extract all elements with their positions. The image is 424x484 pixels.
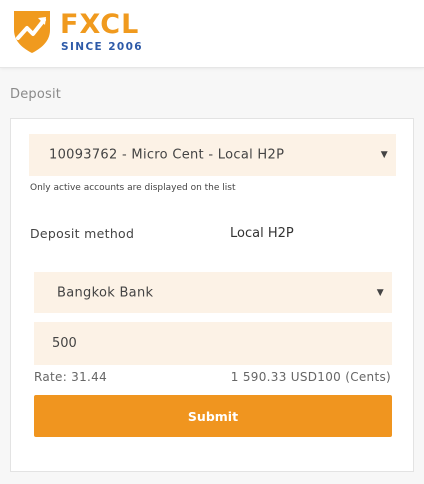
top-header: FXCL SINCE 2006 bbox=[0, 0, 424, 68]
account-note: Only active accounts are displayed on th… bbox=[30, 183, 236, 193]
caret-down-icon: ▼ bbox=[380, 150, 388, 160]
bank-select[interactable]: Bangkok Bank ▼ bbox=[34, 272, 392, 313]
converted-amount: 1 590.33 USD100 (Cents) bbox=[230, 370, 391, 384]
account-select[interactable]: 10093762 - Micro Cent - Local H2P ▼ bbox=[29, 134, 396, 176]
account-select-value: 10093762 - Micro Cent - Local H2P bbox=[49, 147, 285, 163]
brand-name: FXCL bbox=[60, 9, 140, 40]
bank-select-value: Bangkok Bank bbox=[57, 285, 154, 300]
submit-button[interactable]: Submit bbox=[34, 395, 392, 437]
caret-down-icon: ▼ bbox=[376, 287, 384, 298]
shield-arrow-logo-icon bbox=[14, 11, 50, 53]
page-title: Deposit bbox=[10, 87, 62, 102]
deposit-form-card: 10093762 - Micro Cent - Local H2P ▼ Only… bbox=[10, 118, 414, 472]
brand-tagline: SINCE 2006 bbox=[61, 41, 144, 53]
fxcl-logo[interactable]: FXCL SINCE 2006 bbox=[10, 8, 150, 58]
deposit-method-label: Deposit method bbox=[30, 226, 135, 241]
deposit-method-value: Local H2P bbox=[230, 226, 294, 241]
amount-input[interactable] bbox=[34, 322, 392, 365]
exchange-rate: Rate: 31.44 bbox=[34, 370, 108, 384]
